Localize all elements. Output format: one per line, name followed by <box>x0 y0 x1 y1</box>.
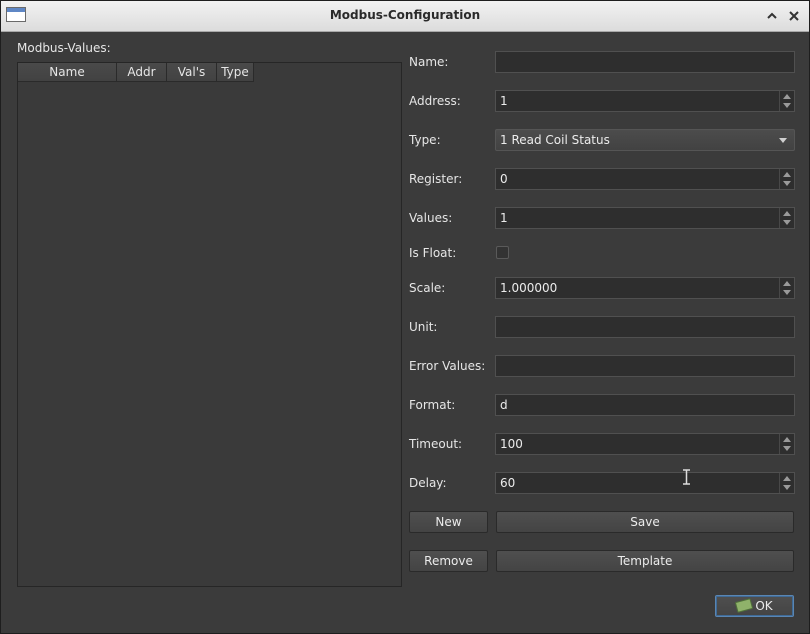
chevron-up-icon[interactable] <box>763 7 781 25</box>
timeout-value: 100 <box>500 437 523 451</box>
values-spinbox[interactable]: 1 <box>495 207 795 229</box>
delay-spin-arrows[interactable] <box>779 473 794 493</box>
modbus-values-list[interactable]: Name Addr Val's Type <box>17 62 402 587</box>
unit-label: Unit: <box>409 320 438 334</box>
name-field[interactable] <box>495 51 795 73</box>
save-button[interactable]: Save <box>496 511 794 533</box>
window-title: Modbus-Configuration <box>329 8 481 22</box>
name-label: Name: <box>409 55 449 69</box>
address-value: 1 <box>500 94 508 108</box>
column-header-addr[interactable]: Addr <box>117 63 167 82</box>
scale-value: 1.000000 <box>500 281 558 295</box>
ok-button-label: OK <box>755 599 773 613</box>
is-float-checkbox[interactable] <box>496 246 509 259</box>
modbus-values-label: Modbus-Values: <box>17 41 111 55</box>
ok-button[interactable]: OK <box>715 595 794 617</box>
scale-spinbox[interactable]: 1.000000 <box>495 277 795 299</box>
address-spinbox[interactable]: 1 <box>495 90 795 112</box>
delay-spinbox[interactable]: 60 <box>495 472 795 494</box>
list-header: Name Addr Val's Type <box>18 63 254 82</box>
error-values-label: Error Values: <box>409 359 486 373</box>
ok-icon <box>735 598 754 613</box>
register-value: 0 <box>500 172 508 186</box>
delay-label: Delay: <box>409 476 447 490</box>
column-header-type[interactable]: Type <box>217 63 254 82</box>
register-spin-arrows[interactable] <box>779 169 794 189</box>
column-header-name[interactable]: Name <box>18 63 117 82</box>
values-spin-arrows[interactable] <box>779 208 794 228</box>
scale-spin-arrows[interactable] <box>779 278 794 298</box>
format-label: Format: <box>409 398 456 412</box>
values-value: 1 <box>500 211 508 225</box>
close-icon[interactable] <box>785 7 803 25</box>
text-cursor-icon <box>683 469 690 485</box>
timeout-spinbox[interactable]: 100 <box>495 433 795 455</box>
unit-field[interactable] <box>495 316 795 338</box>
error-values-field[interactable] <box>495 355 795 377</box>
remove-button[interactable]: Remove <box>409 550 488 572</box>
scale-label: Scale: <box>409 281 446 295</box>
values-label: Values: <box>409 211 453 225</box>
modbus-configuration-window: Modbus-Configuration Modbus-Values: Name… <box>0 0 810 634</box>
format-field[interactable]: d <box>495 394 795 416</box>
chevron-down-icon <box>779 138 787 143</box>
type-select[interactable]: 1 Read Coil Status <box>495 129 795 151</box>
new-button[interactable]: New <box>409 511 488 533</box>
title-bar[interactable]: Modbus-Configuration <box>1 1 809 32</box>
type-label: Type: <box>409 133 441 147</box>
address-label: Address: <box>409 94 461 108</box>
timeout-label: Timeout: <box>409 437 463 451</box>
column-header-vals[interactable]: Val's <box>167 63 217 82</box>
type-selected-value: 1 Read Coil Status <box>500 133 610 147</box>
template-button[interactable]: Template <box>496 550 794 572</box>
address-spin-arrows[interactable] <box>779 91 794 111</box>
delay-value: 60 <box>500 476 516 490</box>
timeout-spin-arrows[interactable] <box>779 434 794 454</box>
register-spinbox[interactable]: 0 <box>495 168 795 190</box>
register-label: Register: <box>409 172 463 186</box>
is-float-label: Is Float: <box>409 246 457 260</box>
